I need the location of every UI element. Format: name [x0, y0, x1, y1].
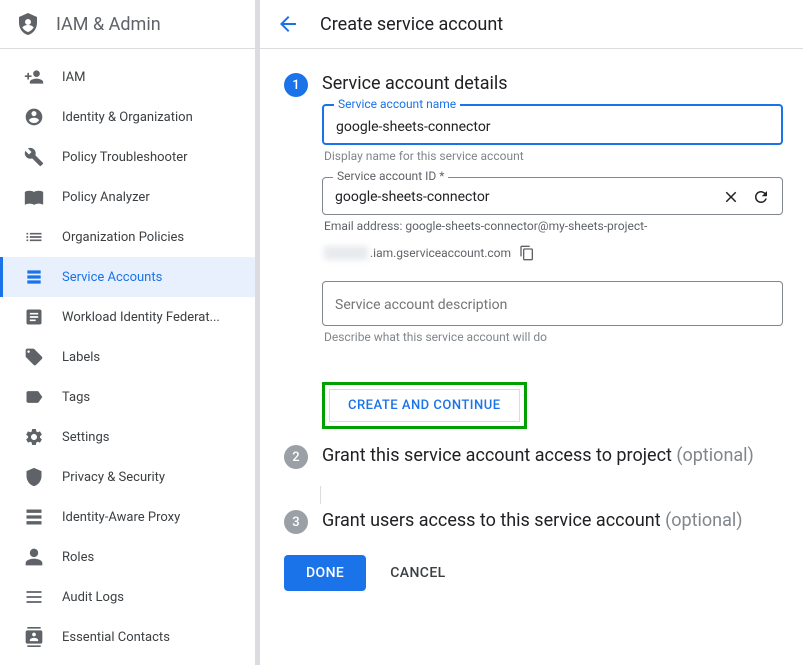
- sidebar-item-audit[interactable]: Audit Logs: [0, 577, 255, 617]
- shield-icon: [16, 12, 40, 36]
- description-input[interactable]: [335, 297, 770, 313]
- create-button-highlight: CREATE AND CONTINUE: [322, 382, 527, 429]
- sidebar-item-iap[interactable]: Identity-Aware Proxy: [0, 497, 255, 537]
- sidebar-item-troubleshooter[interactable]: Policy Troubleshooter: [0, 137, 255, 177]
- step-1-title: Service account details: [322, 73, 783, 94]
- sidebar-item-privacy[interactable]: Privacy & Security: [0, 457, 255, 497]
- copy-icon[interactable]: [519, 245, 535, 261]
- account-circle-icon: [24, 107, 44, 127]
- step-2: 2 Grant this service account access to p…: [284, 445, 783, 470]
- step-connector: [320, 486, 321, 504]
- sidebar-title: IAM & Admin: [56, 14, 161, 35]
- contacts-icon: [24, 627, 44, 647]
- service-account-id-field[interactable]: Service account ID *: [322, 177, 783, 215]
- description-field[interactable]: [322, 281, 783, 326]
- sidebar-item-tags[interactable]: Tags: [0, 377, 255, 417]
- step-3-title: Grant users access to this service accou…: [322, 510, 783, 531]
- sidebar-item-settings[interactable]: Settings: [0, 417, 255, 457]
- name-label: Service account name: [334, 97, 460, 111]
- cancel-button[interactable]: CANCEL: [390, 565, 445, 581]
- sidebar-header: IAM & Admin: [0, 0, 255, 49]
- create-and-continue-button[interactable]: CREATE AND CONTINUE: [329, 389, 520, 422]
- blurred-segment: [324, 246, 368, 260]
- security-icon: [24, 467, 44, 487]
- sidebar-item-service-accounts[interactable]: Service Accounts: [0, 257, 255, 297]
- service-account-id-input[interactable]: [335, 189, 722, 205]
- step-1: 1 Service account details Service accoun…: [284, 73, 783, 429]
- main-content: 1 Service account details Service accoun…: [260, 49, 803, 665]
- email-address-line: Email address: google-sheets-connector@m…: [324, 219, 783, 233]
- desc-help: Describe what this service account will …: [324, 330, 783, 344]
- name-help: Display name for this service account: [324, 149, 783, 163]
- clear-icon[interactable]: [722, 188, 740, 206]
- step-2-number: 2: [284, 445, 308, 469]
- workload-icon: [24, 307, 44, 327]
- sidebar-item-analyzer[interactable]: Policy Analyzer: [0, 177, 255, 217]
- service-account-name-input[interactable]: [336, 119, 769, 135]
- sidebar-item-roles[interactable]: Roles: [0, 537, 255, 577]
- list-icon: [24, 227, 44, 247]
- footer-buttons: DONE CANCEL: [284, 555, 783, 591]
- sidebar-item-identity[interactable]: Identity & Organization: [0, 97, 255, 137]
- gear-icon: [24, 427, 44, 447]
- roles-icon: [24, 547, 44, 567]
- audit-icon: [24, 587, 44, 607]
- refresh-icon[interactable]: [752, 188, 770, 206]
- sidebar-item-labels[interactable]: Labels: [0, 337, 255, 377]
- sidebar-nav: IAM Identity & Organization Policy Troub…: [0, 49, 255, 665]
- step-3: 3 Grant users access to this service acc…: [284, 510, 783, 535]
- service-account-name-field[interactable]: Service account name: [322, 104, 783, 145]
- page-title: Create service account: [320, 14, 503, 35]
- id-label: Service account ID *: [333, 169, 448, 183]
- main: Create service account 1 Service account…: [256, 0, 803, 665]
- service-account-icon: [24, 267, 44, 287]
- label-icon: [24, 387, 44, 407]
- email-address-line2: .iam.gserviceaccount.com: [324, 245, 783, 261]
- tag-icon: [24, 347, 44, 367]
- sidebar-item-workload[interactable]: Workload Identity Federat...: [0, 297, 255, 337]
- sidebar-item-org-policies[interactable]: Organization Policies: [0, 217, 255, 257]
- sidebar-item-contacts[interactable]: Essential Contacts: [0, 617, 255, 657]
- step-1-number: 1: [284, 73, 308, 97]
- policy-icon: [24, 187, 44, 207]
- back-arrow-icon[interactable]: [276, 12, 300, 36]
- wrench-icon: [24, 147, 44, 167]
- sidebar-item-iam[interactable]: IAM: [0, 57, 255, 97]
- step-3-number: 3: [284, 510, 308, 534]
- person-add-icon: [24, 67, 44, 87]
- sidebar: IAM & Admin IAM Identity & Organization …: [0, 0, 256, 665]
- done-button[interactable]: DONE: [284, 555, 366, 591]
- main-header: Create service account: [260, 0, 803, 49]
- proxy-icon: [24, 507, 44, 527]
- step-2-title: Grant this service account access to pro…: [322, 445, 783, 466]
